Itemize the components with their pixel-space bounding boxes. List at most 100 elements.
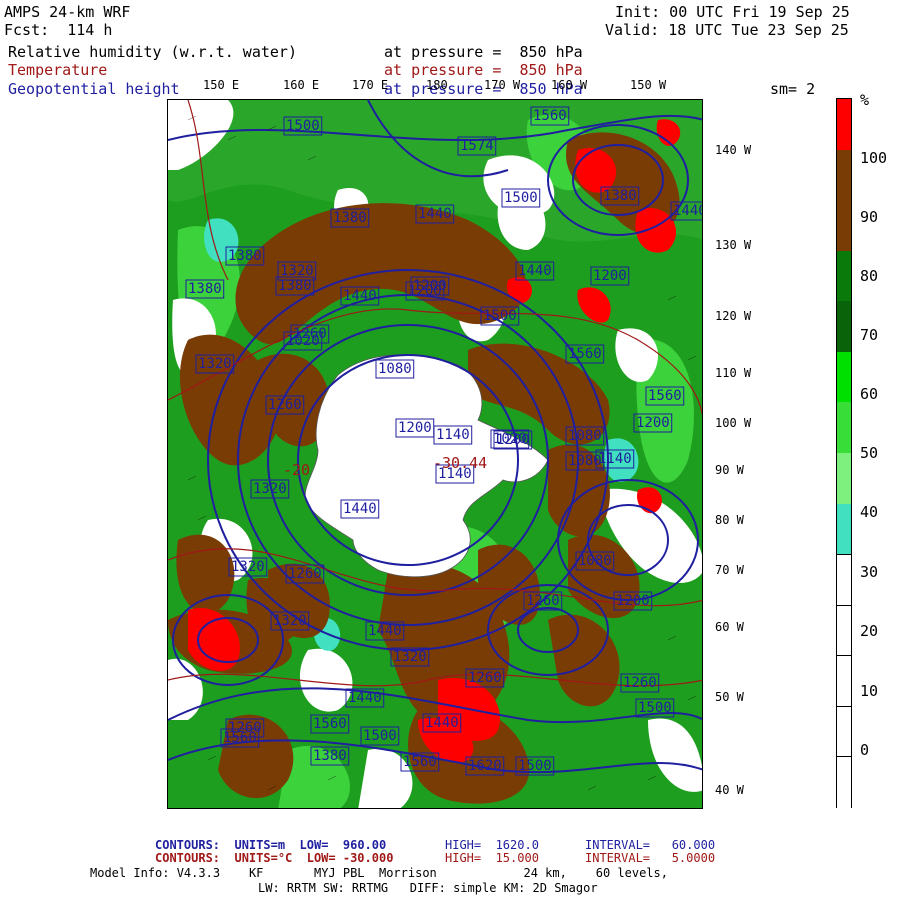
colorbar-label: 30 [860, 563, 879, 581]
contour-label: 1260 [468, 670, 502, 686]
contour1-interval: INTERVAL= 60.000 [585, 838, 716, 852]
lat-label: 90 W [715, 463, 744, 477]
contour-label: 1500 [483, 308, 517, 324]
valid-time: Valid: 18 UTC Tue 23 Sep 25 [605, 21, 849, 39]
lon-label: 150 W [630, 78, 667, 92]
physics-info: LW: RRTM SW: RRTMG DIFF: simple KM: 2D S… [258, 881, 598, 895]
contour-label: 1200 [593, 268, 627, 284]
colorbar-label: 0 [860, 741, 870, 759]
lat-label: 40 W [715, 783, 744, 797]
contour-label: 1440 [343, 501, 377, 517]
lon-label: 160 W [551, 78, 588, 92]
contour1-line: CONTOURS: UNITS=m LOW= 960.00 [155, 838, 386, 852]
lat-label: 80 W [715, 513, 744, 527]
contour2-units: UNITS=°C [234, 851, 293, 865]
contour1-label: CONTOURS: [155, 838, 221, 852]
contour1-high: HIGH= 1620.0 [445, 838, 539, 852]
init-time: Init: 00 UTC Fri 19 Sep 25 [615, 3, 850, 21]
contour2-high: HIGH= 15.000 [445, 851, 539, 865]
contour-label: 1380 [333, 210, 367, 226]
contour-label: 1560 [648, 388, 682, 404]
contour-label: 1560 [403, 754, 437, 770]
lat-label: 110 W [715, 366, 752, 380]
field3-name: Geopotential height [8, 80, 180, 98]
contour-label: 1140 [598, 451, 632, 467]
colorbar-segment [837, 250, 851, 302]
contour-label: 1574 [460, 138, 494, 154]
contour-label: 1620 [468, 758, 502, 774]
colorbar-segment [837, 402, 851, 454]
colorbar-segment [837, 604, 851, 657]
colorbar-label: 10 [860, 682, 879, 700]
contour-label: 1080 [378, 361, 412, 377]
contour-label: 1440 [518, 263, 552, 279]
colorbar-segment [837, 453, 851, 505]
contour-label: 1500 [363, 728, 397, 744]
smoothing-label: sm= 2 [770, 80, 816, 98]
colorbar-segment [837, 756, 851, 809]
colorbar-label: 70 [860, 326, 879, 344]
colorbar-label: 100 [860, 149, 888, 167]
contour-label: 1440 [673, 203, 703, 219]
contour-label: 1320 [253, 481, 287, 497]
contour-label: 1320 [198, 356, 232, 372]
contour-label: 1140 [436, 427, 470, 443]
lon-label: 170 W [484, 78, 521, 92]
contour-label: 1440 [368, 623, 402, 639]
colorbar-label: 40 [860, 503, 879, 521]
contour-label: 1500 [286, 118, 320, 134]
colorbar-label: 50 [860, 444, 879, 462]
contour2-low: LOW= -30.000 [306, 851, 394, 865]
contour-label: 1200 [398, 420, 432, 436]
colorbar-label: 80 [860, 267, 879, 285]
contour1-units: UNITS=m [234, 838, 286, 852]
contour-label: 1080 [568, 428, 602, 444]
contour-label: 1440 [418, 206, 452, 222]
colorbar-segment [837, 149, 851, 201]
contour-label: 1200 [408, 283, 442, 299]
contour-label: 1320 [231, 559, 265, 575]
colorbar-segment [837, 200, 851, 252]
contour-label: 1440 [348, 690, 382, 706]
contour-label: 1320 [393, 649, 427, 665]
lon-label: 170 E [352, 78, 389, 92]
contour-label: 1440 [425, 715, 459, 731]
field2-level: at pressure = 850 hPa [384, 61, 583, 79]
contour-label: 1200 [636, 415, 670, 431]
lat-label: 120 W [715, 309, 752, 323]
contour-label: 1380 [228, 248, 262, 264]
contour2-line: CONTOURS: UNITS=°C LOW= -30.000 [155, 851, 393, 865]
colorbar-segment [837, 554, 851, 607]
contour-label: 1380 [313, 748, 347, 764]
contour-label: 1500 [638, 700, 672, 716]
contour-label: 1380 [278, 278, 312, 294]
contour-label: 1560 [533, 108, 567, 124]
field2-name: Temperature [8, 61, 108, 79]
field1-level: at pressure = 850 hPa [384, 43, 583, 61]
lon-label: 150 E [203, 78, 240, 92]
contour-label: 1200 [616, 593, 650, 609]
temperature-label: -30.44 [433, 454, 487, 472]
colorbar-segment [837, 503, 851, 555]
contour-label: 1380 [188, 281, 222, 297]
contour-label: 1500 [518, 758, 552, 774]
contour-label: 1560 [223, 730, 257, 746]
contour-label: 1020 [493, 431, 527, 447]
contour-label: 1260 [623, 675, 657, 691]
lat-label: 70 W [715, 563, 744, 577]
contour2-interval: INTERVAL= 5.0000 [585, 851, 716, 865]
contour-label: 1560 [568, 346, 602, 362]
map-fields: 1500 1574 1560 1500 1440 1380 1440 1320 1200 1380… [168, 100, 703, 808]
contour2-label: CONTOURS: [155, 851, 221, 865]
colorbar-label: 90 [860, 208, 879, 226]
colorbar-unit: % [860, 91, 870, 109]
temperature-label: -20 [283, 461, 310, 479]
colorbar [836, 98, 852, 809]
contour1-low: LOW= 960.00 [299, 838, 387, 852]
contour-label: 1380 [603, 188, 637, 204]
colorbar-segment [837, 705, 851, 758]
contour-label: 1260 [288, 566, 322, 582]
colorbar-label: 20 [860, 622, 879, 640]
colorbar-segment [837, 99, 851, 151]
lon-label: 180 [426, 78, 448, 92]
